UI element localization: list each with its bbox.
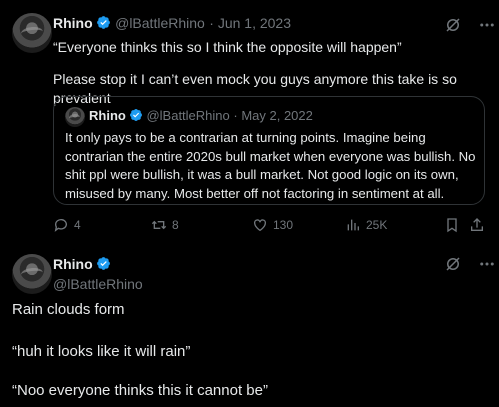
views-count: 25K — [366, 218, 388, 232]
reply-count: 4 — [74, 218, 81, 232]
quote-header: Rhino @lBattleRhino · May 2, 2022 — [89, 108, 313, 123]
reply-line: “Noo everyone thinks this it cannot be” — [12, 382, 268, 399]
quote-text: It only pays to be a contrarian at turni… — [65, 130, 476, 201]
share-button[interactable] — [469, 217, 485, 233]
tweet-date[interactable]: · Jun 1, 2023 — [209, 15, 291, 31]
reply-header: Rhino @lBattleRhino — [53, 256, 143, 292]
quote-author-name: Rhino — [89, 108, 126, 123]
views-icon — [347, 219, 359, 231]
reply-author-handle[interactable]: @lBattleRhino — [53, 276, 143, 292]
reply-author-avatar[interactable] — [12, 254, 52, 294]
reply-author-name[interactable]: Rhino — [53, 256, 93, 272]
more-icon[interactable] — [478, 255, 496, 273]
more-icon[interactable] — [478, 16, 496, 34]
bookmark-button[interactable] — [444, 217, 460, 233]
quote-author-avatar — [65, 107, 85, 127]
views-button[interactable]: 25K — [345, 217, 387, 233]
like-icon — [254, 219, 266, 232]
quote-date: · May 2, 2022 — [233, 108, 313, 123]
grok-icon[interactable] — [444, 255, 462, 273]
verified-badge-icon — [96, 16, 110, 29]
verified-badge-icon — [129, 109, 142, 121]
tweet-header-actions — [444, 16, 496, 34]
author-handle[interactable]: @lBattleRhino — [115, 15, 205, 31]
reply-button[interactable]: 4 — [53, 217, 81, 233]
tweet-header: Rhino @lBattleRhino · Jun 1, 2023 — [53, 15, 291, 33]
verified-badge-icon — [96, 257, 110, 270]
bookmark-icon — [447, 218, 457, 233]
retweet-icon — [151, 220, 167, 230]
reply-line: “huh it looks like it will rain” — [12, 343, 191, 360]
tweet-actions: 4 8 130 25K — [53, 217, 485, 237]
reply-header-actions — [444, 255, 496, 273]
quoted-tweet[interactable]: Rhino @lBattleRhino · May 2, 2022 It onl… — [53, 96, 485, 205]
author-name[interactable]: Rhino — [53, 15, 93, 31]
retweet-button[interactable]: 8 — [151, 217, 179, 233]
like-count: 130 — [273, 218, 294, 232]
quote-author-handle: @lBattleRhino — [146, 108, 230, 123]
grok-icon[interactable] — [444, 16, 462, 34]
retweet-count: 8 — [172, 218, 179, 232]
share-icon — [471, 218, 483, 231]
reply-line: Rain clouds form — [12, 301, 125, 318]
reply-icon — [54, 219, 67, 232]
author-avatar[interactable] — [12, 13, 52, 53]
like-button[interactable]: 130 — [252, 217, 293, 233]
tweet-line: “Everyone thinks this so I think the opp… — [53, 39, 402, 55]
